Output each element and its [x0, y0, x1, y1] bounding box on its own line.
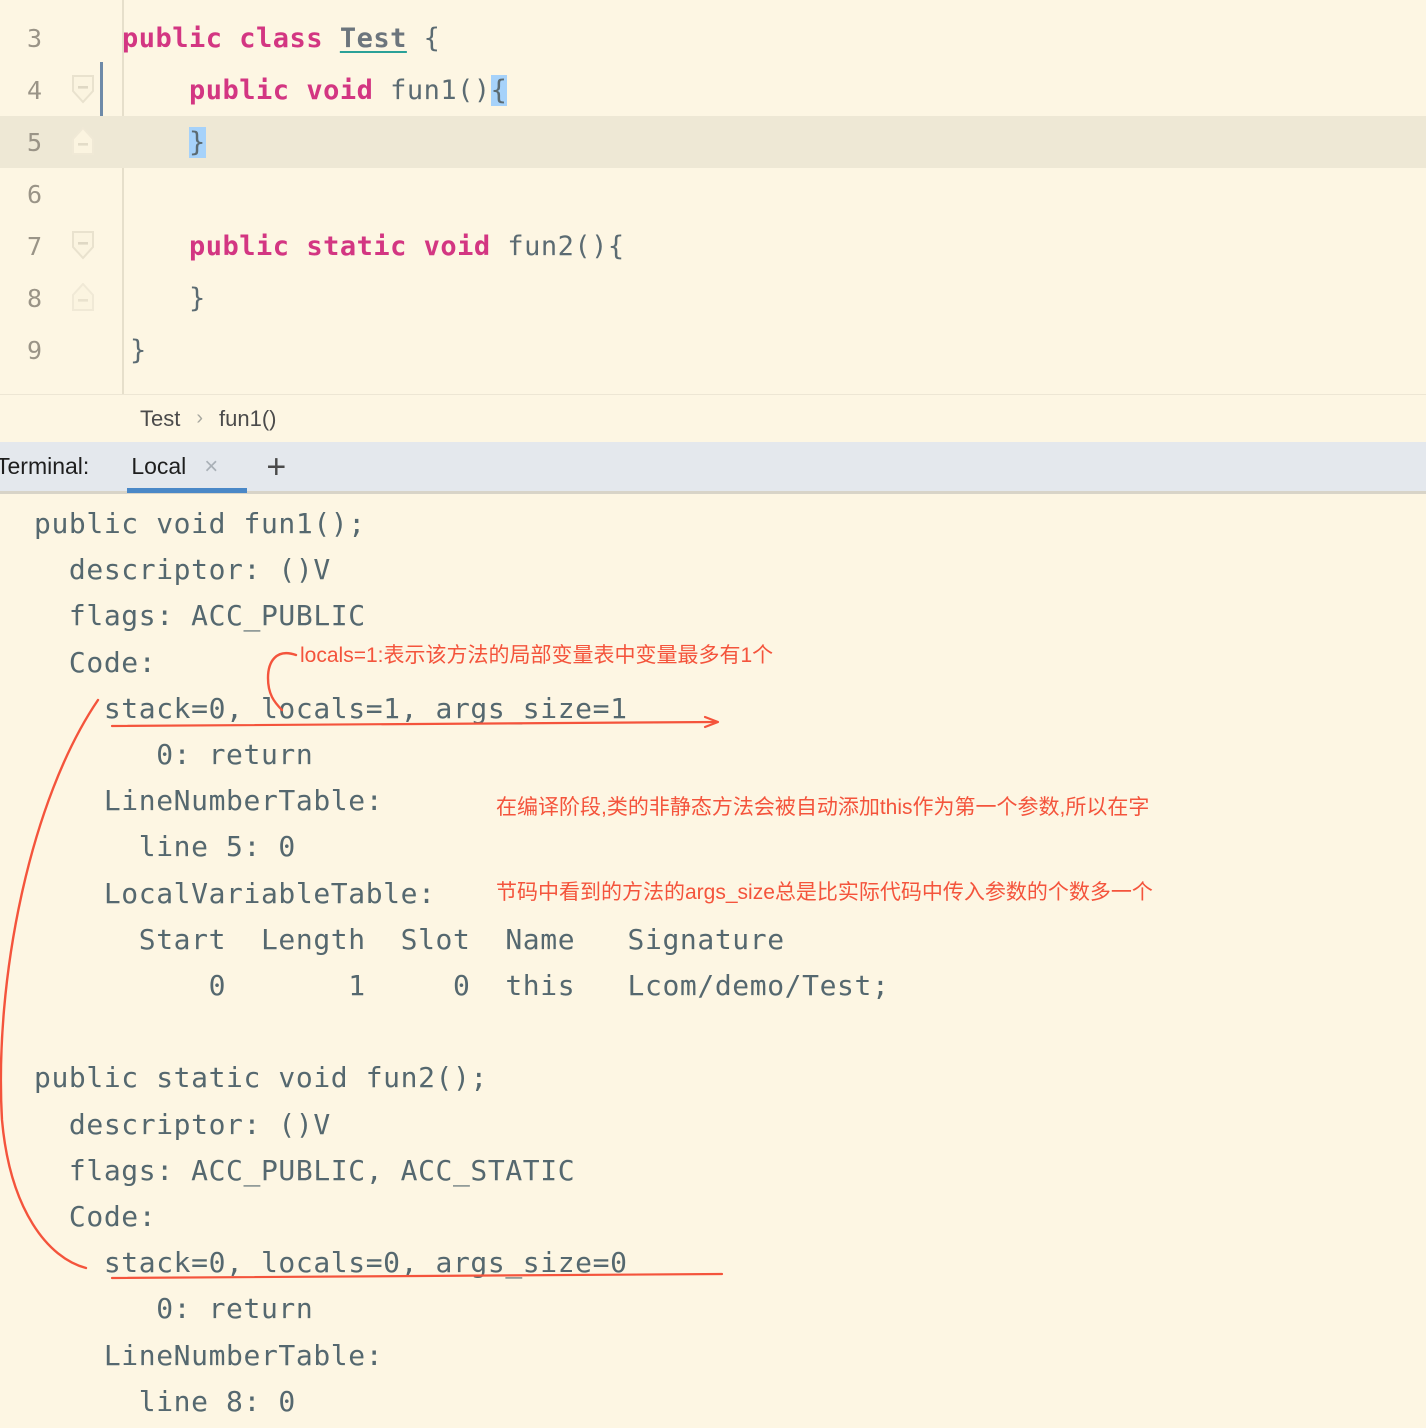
selected-brace-open: { [490, 74, 508, 106]
code-line-9[interactable]: 9 } [0, 324, 1426, 376]
code-text-7: public static void fun2(){ [122, 231, 625, 262]
code-line4-indent [122, 75, 189, 106]
breadcrumb-class[interactable]: Test [140, 406, 180, 432]
code-text-3: public class Test { [122, 23, 440, 54]
line-number-7: 7 [26, 231, 42, 261]
line-number-5: 5 [26, 127, 42, 157]
fold-expand-icon[interactable] [70, 283, 96, 313]
line-number-3: 3 [26, 23, 42, 53]
breadcrumb-method[interactable]: fun1() [219, 406, 276, 432]
class-name-test[interactable]: Test [340, 23, 407, 54]
gutter-icons-9[interactable] [60, 324, 122, 376]
code-line3-rest: { [406, 22, 441, 54]
code-text-5: } [122, 126, 206, 158]
tab-local[interactable]: Local × [119, 441, 248, 493]
code-line-5[interactable]: 5 } [0, 116, 1426, 168]
tab-local-label: Local [131, 453, 187, 479]
line-number-6: 6 [26, 179, 42, 209]
code-text-8: } [122, 282, 206, 314]
code-text-4: public void fun1(){ [122, 74, 508, 106]
code-line-7[interactable]: 7 public static void fun2(){ [0, 220, 1426, 272]
line-number-4: 4 [26, 75, 42, 105]
terminal-tab-bar[interactable]: Terminal: Local × + [0, 442, 1426, 494]
code-line-8[interactable]: 8 } [0, 272, 1426, 324]
close-icon[interactable]: × [204, 454, 218, 479]
keyword-public-static-void: public static void [189, 230, 491, 262]
line-number-9: 9 [26, 335, 42, 365]
gutter-icons-7[interactable] [60, 220, 122, 272]
add-tab-icon[interactable]: + [266, 450, 286, 484]
fold-collapse-icon[interactable] [70, 75, 96, 105]
gutter-icons-5[interactable] [60, 116, 122, 168]
method-name-fun1: fun1() [373, 74, 491, 106]
code-editor-pane[interactable]: 3 public class Test { 4 public void fun1… [0, 0, 1426, 394]
breadcrumb[interactable]: Test › fun1() [0, 394, 1426, 442]
terminal-panel-label: Terminal: [0, 453, 90, 479]
terminal-output-pane[interactable]: public void fun1(); descriptor: ()V flag… [0, 497, 1426, 1424]
fold-collapse-icon[interactable] [70, 231, 96, 261]
gutter-icons-4[interactable] [60, 64, 122, 116]
keyword-public-class: public class [122, 22, 324, 54]
selected-brace-close: } [189, 126, 206, 158]
code-line-4[interactable]: 4 public void fun1(){ [0, 64, 1426, 116]
keyword-public-void: public void [189, 74, 374, 106]
method-name-fun2: fun2(){ [490, 230, 625, 262]
line-number-8: 8 [26, 283, 42, 313]
code-line-6[interactable]: 6 [0, 168, 1426, 220]
chevron-right-icon: › [196, 407, 204, 429]
code-line7-indent [122, 231, 189, 262]
javap-output-text: public void fun1(); descriptor: ()V flag… [34, 507, 890, 1418]
code-text-9: } [130, 334, 147, 366]
gutter-icons-6[interactable] [60, 168, 122, 220]
tab-active-indicator [127, 487, 248, 493]
code-line-3[interactable]: 3 public class Test { [0, 12, 1426, 64]
gutter-icons-8[interactable] [60, 272, 122, 324]
gutter-icons-3[interactable] [60, 12, 122, 64]
fold-expand-icon[interactable] [70, 127, 96, 157]
